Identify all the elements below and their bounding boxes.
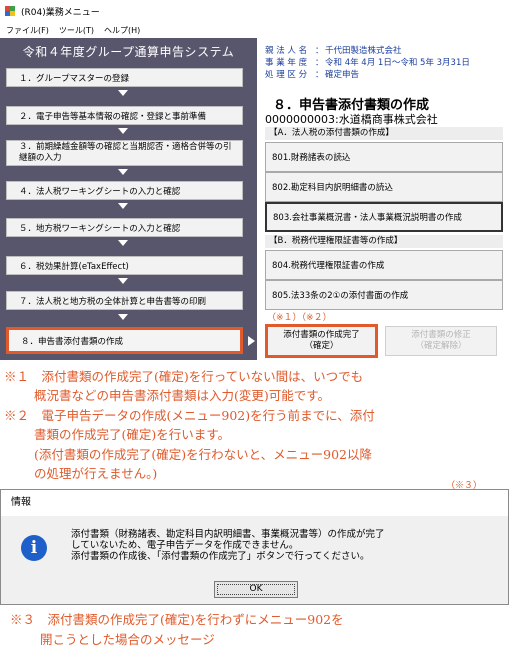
app-icon xyxy=(5,6,15,16)
down-arrow-icon xyxy=(118,169,128,175)
step-5-label: ５．地方税ワーキングシートの入力と確認 xyxy=(19,223,181,234)
step-2-label: ２．電子申告等基本情報の確認・登録と事前準備 xyxy=(19,111,207,122)
note-3-line-2: 開こうとした場合のメッセージ xyxy=(40,632,215,647)
doc-804-button[interactable]: 804.税務代理権限証書の作成 xyxy=(265,250,503,280)
info-colon: ： xyxy=(315,46,324,56)
unconfirm-sublabel: （確定解除） xyxy=(415,341,467,351)
dialog-message-line-2: していないため、電子申告データを作成できません。 xyxy=(71,540,299,551)
step-8-button[interactable]: ８．申告書添付書類の作成 xyxy=(6,327,243,354)
dialog-message: 添付書類（財務諸表、勘定科目内訳明細書、事業概況書等）の作成が完了 していないた… xyxy=(71,529,385,562)
company-name: 0000000003:水道橋商事株式会社 xyxy=(265,113,438,126)
info-row-process-type: 処 理 区 分 ： 確定申告 xyxy=(265,69,470,81)
step-8-label: ８．申告書添付書類の作成 xyxy=(21,336,124,347)
window-titlebar: (R04)業務メニュー xyxy=(0,0,509,22)
complete-confirm-button[interactable]: 添付書類の作成完了 （確定） xyxy=(265,324,378,358)
note-2-line-1: ※２ 電子申告データの作成(メニュー902)を行う前までに、添付 xyxy=(4,408,375,423)
ok-button[interactable]: OK xyxy=(214,581,298,598)
step-3-label: ３．前期繰越金額等の確認と当期認否・適格合併等の引継額の入力 xyxy=(19,142,232,163)
complete-label: 添付書類の作成完了 xyxy=(283,330,360,340)
down-arrow-icon xyxy=(118,314,128,320)
step-6-label: ６．税効果計算(eTaxEffect) xyxy=(19,261,129,272)
down-arrow-icon xyxy=(118,90,128,96)
step-1-label: １．グループマスターの登録 xyxy=(19,73,129,84)
workflow-panel: 令和４年度グループ通算申告システム １．グループマスターの登録 ２．電子申告等基… xyxy=(0,38,257,360)
info-value: 確定申告 xyxy=(325,70,360,80)
info-row-parent-company: 親 法 人 名 ： 千代田製造株式会社 xyxy=(265,45,470,57)
step-4-button[interactable]: ４．法人税ワーキングシートの入力と確認 xyxy=(6,181,243,200)
info-label: 親 法 人 名 xyxy=(265,46,308,56)
doc-805-button[interactable]: 805.法33条の2①の添付書面の作成 xyxy=(265,280,503,310)
step-7-button[interactable]: ７．法人税と地方税の全体計算と申告書等の印刷 xyxy=(6,291,243,310)
down-arrow-icon xyxy=(118,203,128,209)
doc-802-label: 802.勘定科目内訳明細書の読込 xyxy=(272,183,393,193)
info-label: 処 理 区 分 xyxy=(265,70,308,80)
down-arrow-icon xyxy=(118,278,128,284)
step-2-button[interactable]: ２．電子申告等基本情報の確認・登録と事前準備 xyxy=(6,106,243,125)
info-label: 事 業 年 度 xyxy=(265,58,308,68)
info-icon: i xyxy=(21,535,47,561)
menubar: ファイル(F) ツール(T) ヘルプ(H) xyxy=(0,22,509,38)
note-marks: （※１）（※２） xyxy=(267,313,332,323)
step-4-label: ４．法人税ワーキングシートの入力と確認 xyxy=(19,186,181,197)
unconfirm-label: 添付書類の修正 xyxy=(411,330,471,340)
info-dialog: 情報 i 添付書類（財務諸表、勘定科目内訳明細書、事業概況書等）の作成が完了 し… xyxy=(0,489,509,605)
note-2-line-3: (添付書類の作成完了(確定)を行わないと、メニュー902以降 xyxy=(34,447,372,462)
note-2-line-2: 書類の作成完了(確定)を行います。 xyxy=(34,427,231,442)
doc-803-button[interactable]: 803.会社事業概況書・法人事業概況説明書の作成 xyxy=(265,202,503,232)
doc-802-button[interactable]: 802.勘定科目内訳明細書の読込 xyxy=(265,172,503,202)
system-title: 令和４年度グループ通算申告システム xyxy=(22,45,235,59)
unconfirm-button: 添付書類の修正 （確定解除） xyxy=(385,326,497,356)
window-title: (R04)業務メニュー xyxy=(21,7,100,18)
dialog-message-line-1: 添付書類（財務諸表、勘定科目内訳明細書、事業概況書等）の作成が完了 xyxy=(71,529,385,540)
menu-tools[interactable]: ツール(T) xyxy=(59,25,94,36)
note-2-line-4: の処理が行えません。) xyxy=(34,466,158,481)
step-6-button[interactable]: ６．税効果計算(eTaxEffect) xyxy=(6,256,243,275)
doc-801-button[interactable]: 801.財務諸表の読込 xyxy=(265,142,503,172)
note-1-line-2: 概況書などの申告書添付書類は入力(変更)可能です。 xyxy=(34,388,331,403)
step-3-button[interactable]: ３．前期繰越金額等の確認と当期認否・適格合併等の引継額の入力 xyxy=(6,140,243,166)
info-row-fiscal-year: 事 業 年 度 ： 令和 4年 4月 1日～令和 5年 3月31日 xyxy=(265,57,470,69)
doc-805-label: 805.法33条の2①の添付書面の作成 xyxy=(272,291,409,301)
dialog-body: i 添付書類（財務諸表、勘定科目内訳明細書、事業概況書等）の作成が完了 していな… xyxy=(1,516,508,604)
menu-file[interactable]: ファイル(F) xyxy=(6,25,49,36)
note-1-line-1: ※１ 添付書類の作成完了(確定)を行っていない間は、いつでも xyxy=(4,369,364,384)
doc-804-label: 804.税務代理権限証書の作成 xyxy=(272,261,385,271)
doc-801-label: 801.財務諸表の読込 xyxy=(272,153,351,163)
right-arrow-icon xyxy=(248,336,255,346)
complete-sublabel: （確定） xyxy=(304,341,339,351)
step-7-label: ７．法人税と地方税の全体計算と申告書等の印刷 xyxy=(19,296,207,307)
dialog-title: 情報 xyxy=(11,497,31,508)
company-info: 親 法 人 名 ： 千代田製造株式会社 事 業 年 度 ： 令和 4年 4月 1… xyxy=(265,45,470,81)
menu-help[interactable]: ヘルプ(H) xyxy=(104,25,140,36)
note-3-line-1: ※３ 添付書類の作成完了(確定)を行わずにメニュー902を xyxy=(10,612,344,627)
info-value: 令和 4年 4月 1日～令和 5年 3月31日 xyxy=(325,58,470,68)
down-arrow-icon xyxy=(118,128,128,134)
focus-ring xyxy=(217,584,295,595)
step-5-button[interactable]: ５．地方税ワーキングシートの入力と確認 xyxy=(6,218,243,237)
info-colon: ： xyxy=(315,58,324,68)
step-1-button[interactable]: １．グループマスターの登録 xyxy=(6,68,243,87)
content-panel: 親 法 人 名 ： 千代田製造株式会社 事 業 年 度 ： 令和 4年 4月 1… xyxy=(257,38,509,360)
down-arrow-icon xyxy=(118,240,128,246)
info-value: 千代田製造株式会社 xyxy=(325,46,402,56)
section-b-header: 【B．税務代理権限証書等の作成】 xyxy=(265,235,503,248)
dialog-message-line-3: 添付書類の作成後、「添付書類の作成完了」ボタンで行ってください。 xyxy=(71,551,370,562)
section-a-header: 【A．法人税の添付書類の作成】 xyxy=(265,127,503,140)
info-colon: ： xyxy=(315,70,324,80)
doc-803-label: 803.会社事業概況書・法人事業概況説明書の作成 xyxy=(273,213,462,223)
